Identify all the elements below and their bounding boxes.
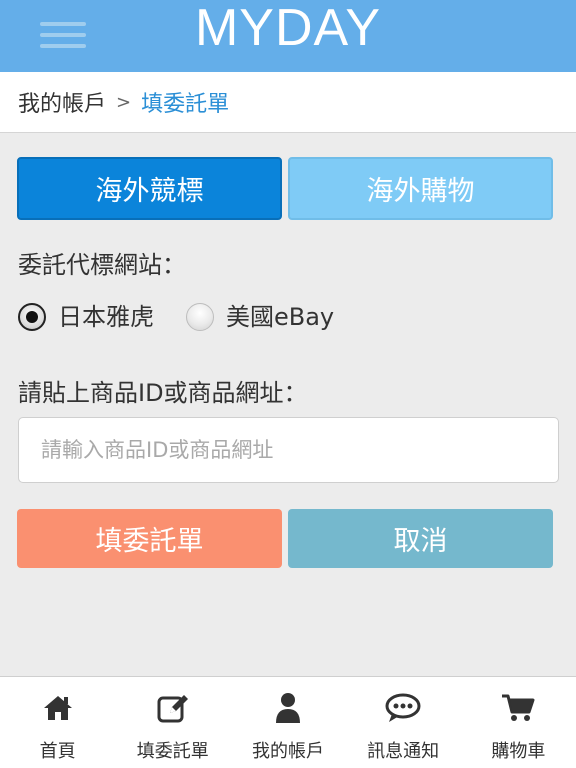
breadcrumb-separator: >: [116, 91, 132, 113]
site-radio-group: 日本雅虎 美國eBay: [18, 296, 366, 332]
nav-label-cart: 購物車: [491, 741, 546, 762]
cancel-button[interactable]: 取消: [288, 509, 553, 568]
radio-option-ebay[interactable]: 美國eBay: [186, 297, 334, 332]
radio-button-unselected[interactable]: [186, 303, 214, 331]
nav-fill-order[interactable]: 填委託單: [115, 677, 230, 768]
edit-icon: [155, 691, 191, 725]
nav-notifications[interactable]: 訊息通知: [346, 677, 461, 768]
chat-icon: [385, 691, 421, 725]
item-id-input[interactable]: [18, 417, 559, 483]
nav-cart[interactable]: 購物車: [461, 677, 576, 768]
user-icon: [270, 691, 306, 725]
nav-label-fill-order: 填委託單: [136, 741, 209, 762]
radio-button-selected[interactable]: [18, 303, 46, 331]
radio-label-yahoo-japan: 日本雅虎: [58, 302, 154, 331]
site-label: 委託代標網站：: [18, 251, 186, 279]
home-icon: [40, 691, 76, 725]
brand-logo: MYDAY: [194, 0, 382, 57]
nav-label-home: 首頁: [39, 741, 76, 762]
radio-option-yahoo-japan[interactable]: 日本雅虎: [18, 297, 154, 332]
nav-label-notifications: 訊息通知: [367, 741, 440, 762]
item-id-label: 請貼上商品ID或商品網址：: [18, 379, 308, 407]
nav-home[interactable]: 首頁: [0, 677, 115, 768]
top-bar: MYDAY: [0, 0, 576, 72]
service-tabs: 海外競標 海外購物: [17, 157, 559, 220]
tab-overseas-shopping[interactable]: 海外購物: [288, 157, 553, 220]
radio-label-ebay: 美國eBay: [226, 302, 335, 331]
breadcrumb: 我的帳戶 > 填委託單: [0, 72, 576, 133]
nav-my-account[interactable]: 我的帳戶: [230, 677, 345, 768]
nav-label-my-account: 我的帳戶: [251, 741, 324, 762]
bottom-nav: 首頁 填委託單 我的帳戶 訊息通知 購物車: [0, 676, 576, 768]
breadcrumb-root[interactable]: 我的帳戶: [18, 86, 106, 118]
submit-order-button[interactable]: 填委託單: [17, 509, 282, 568]
cart-icon: [500, 691, 536, 725]
breadcrumb-current: 填委託單: [141, 92, 230, 117]
tab-overseas-auction[interactable]: 海外競標: [17, 157, 282, 220]
